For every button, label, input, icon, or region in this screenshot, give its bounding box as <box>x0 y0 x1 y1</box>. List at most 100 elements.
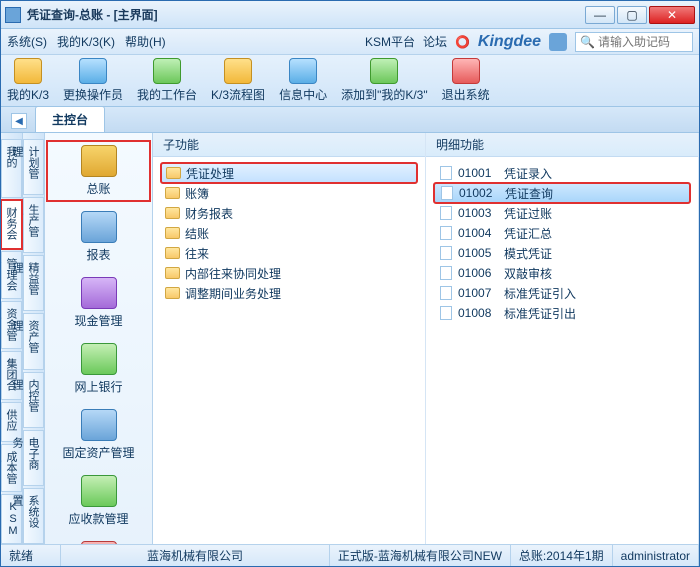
nav-icon <box>81 277 117 309</box>
sub-item-3[interactable]: 结账 <box>161 223 417 243</box>
sub-item-2[interactable]: 财务报表 <box>161 203 417 223</box>
vtab-0[interactable]: 计划管理 <box>23 139 44 195</box>
sub-item-label: 账簿 <box>185 185 209 202</box>
search-box[interactable]: 🔍 <box>575 32 693 52</box>
vtab-2[interactable]: 管理会计 <box>1 251 22 299</box>
tb-workbench[interactable]: 我的工作台 <box>137 58 197 103</box>
detail-item-3[interactable]: 01004凭证汇总 <box>434 223 690 243</box>
detail-label: 双敲审核 <box>504 265 552 282</box>
tb-exit[interactable]: 退出系统 <box>442 58 490 103</box>
detail-item-1[interactable]: 01002 凭证查询 <box>434 183 690 203</box>
vtab-6[interactable]: 系统设置 <box>23 488 44 544</box>
detail-code: 01006 <box>458 266 498 280</box>
detail-label: 标准凭证引入 <box>504 285 576 302</box>
tb-label: K/3流程图 <box>211 86 265 103</box>
nav-item-5[interactable]: 应收款管理 <box>47 471 150 531</box>
vtab-4[interactable]: 内控管理 <box>23 372 44 428</box>
status-company: 蓝海机械有限公司 <box>61 545 330 566</box>
nav-item-1[interactable]: 报表 <box>47 207 150 267</box>
sub-item-6[interactable]: 调整期间业务处理 <box>161 283 417 303</box>
tb-myk3[interactable]: 我的K/3 <box>7 58 49 103</box>
document-icon <box>440 306 452 320</box>
vtab-5[interactable]: 电子商务 <box>23 430 44 486</box>
nav-item-2[interactable]: 现金管理 <box>47 273 150 333</box>
tb-switch-user[interactable]: 更换操作员 <box>63 58 123 103</box>
detail-item-2[interactable]: 01003凭证过账 <box>434 203 690 223</box>
vtab-4[interactable]: 集团合并 <box>1 351 22 399</box>
detail-function-list: 01001凭证录入01002凭证查询01003凭证过账01004凭证汇总0100… <box>426 157 698 544</box>
vtab-6[interactable]: 成本管理 <box>1 444 22 492</box>
nav-icon <box>81 211 117 243</box>
tb-label: 信息中心 <box>279 86 327 103</box>
nav-icon <box>81 343 117 375</box>
nav-item-4[interactable]: 固定资产管理 <box>47 405 150 465</box>
maximize-button[interactable]: ▢ <box>617 6 647 24</box>
tb-add-to-myk3[interactable]: 添加到"我的K/3" <box>341 58 428 103</box>
nav-label: 固定资产管理 <box>62 444 134 461</box>
sub-function-pane: 子功能 凭证处理账簿财务报表结账往来内部往来协同处理调整期间业务处理 <box>153 133 426 544</box>
window-title: 凭证查询-总账 - [主界面] <box>27 6 158 23</box>
folder-icon <box>165 187 180 199</box>
tb-label: 我的K/3 <box>7 86 49 103</box>
help-icon[interactable] <box>549 33 567 51</box>
sub-item-1[interactable]: 账簿 <box>161 183 417 203</box>
sub-item-4[interactable]: 往来 <box>161 243 417 263</box>
module-nav: 总账报表现金管理网上银行固定资产管理应收款管理应付款管理现金流量表财务分析 <box>45 133 153 544</box>
menu-myk3[interactable]: 我的K/3(K) <box>57 33 115 50</box>
nav-icon <box>81 145 117 177</box>
vtab-1[interactable]: 财务会计 <box>1 200 22 248</box>
vtab-2[interactable]: 精益管理 <box>23 255 44 311</box>
search-icon: 🔍 <box>580 35 595 49</box>
kingdee-logo: Kingdee <box>478 33 541 51</box>
detail-item-4[interactable]: 01005模式凭证 <box>434 243 690 263</box>
nav-item-3[interactable]: 网上银行 <box>47 339 150 399</box>
status-user: administrator <box>613 545 699 566</box>
tb-flowchart[interactable]: K/3流程图 <box>211 58 265 103</box>
detail-function-header: 明细功能 <box>426 133 698 157</box>
detail-item-0[interactable]: 01001 凭证录入 <box>434 163 690 183</box>
folder-icon <box>165 247 180 259</box>
sub-item-label: 内部往来协同处理 <box>185 265 281 282</box>
chevron-left-icon[interactable]: ◀ <box>11 113 27 129</box>
status-period: 总账:2014年1期 <box>511 545 613 566</box>
nav-icon <box>81 475 117 507</box>
detail-item-7[interactable]: 01008标准凭证引出 <box>434 303 690 323</box>
tb-info-center[interactable]: 信息中心 <box>279 58 327 103</box>
folder-icon <box>165 267 180 279</box>
tabstrip: ◀ 主控台 <box>1 107 699 133</box>
detail-code: 01003 <box>458 206 498 220</box>
nav-item-6[interactable]: 应付款管理 <box>47 537 150 544</box>
detail-item-6[interactable]: 01007 标准凭证引入 <box>434 283 690 303</box>
ksm-platform-link[interactable]: KSM平台 <box>365 33 415 50</box>
close-button[interactable]: ✕ <box>649 6 695 24</box>
detail-item-5[interactable]: 01006 双敲审核 <box>434 263 690 283</box>
forum-link[interactable]: 论坛 <box>423 33 447 50</box>
sub-item-5[interactable]: 内部往来协同处理 <box>161 263 417 283</box>
detail-label: 模式凭证 <box>504 245 552 262</box>
tb-label: 更换操作员 <box>63 86 123 103</box>
menu-system[interactable]: 系统(S) <box>7 33 47 50</box>
tab-main-console[interactable]: 主控台 <box>35 106 105 132</box>
document-icon <box>440 226 452 240</box>
tb-label: 我的工作台 <box>137 86 197 103</box>
detail-label: 凭证录入 <box>504 165 552 182</box>
nav-item-0[interactable]: 总账 <box>47 141 150 201</box>
vtab-3[interactable]: 资产管理 <box>23 313 44 369</box>
workarea: 我的K/3财务会计管理会计资金管理集团合并供应链成本管理KSM 计划管理生产管理… <box>1 133 699 544</box>
detail-label: 凭证查询 <box>505 185 553 202</box>
document-icon <box>440 206 452 220</box>
minimize-button[interactable]: — <box>585 6 615 24</box>
search-input[interactable] <box>598 35 688 49</box>
vtab-1[interactable]: 生产管理 <box>23 197 44 253</box>
detail-code: 01007 <box>458 286 498 300</box>
vtab-5[interactable]: 供应链 <box>1 402 22 442</box>
toolbar: 我的K/3 更换操作员 我的工作台 K/3流程图 信息中心 添加到"我的K/3"… <box>1 55 699 107</box>
sub-item-label: 凭证处理 <box>186 165 234 182</box>
detail-code: 01002 <box>459 186 499 200</box>
folder-icon <box>165 287 180 299</box>
detail-code: 01001 <box>458 166 498 180</box>
window-controls: — ▢ ✕ <box>585 6 695 24</box>
menu-help[interactable]: 帮助(H) <box>125 33 166 50</box>
folder-icon <box>166 167 181 179</box>
sub-item-0[interactable]: 凭证处理 <box>161 163 417 183</box>
